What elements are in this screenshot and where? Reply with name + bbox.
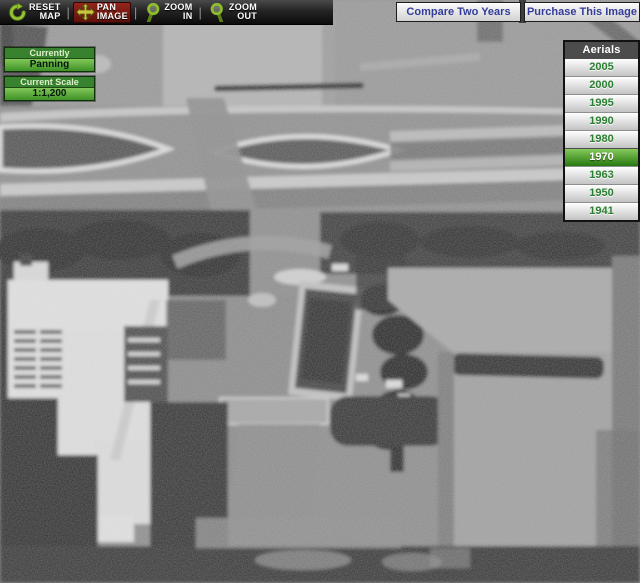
reset-map-label: RESET MAP (29, 3, 61, 21)
zoom-in-label: ZOOM IN (164, 3, 192, 21)
current-scale-label: Current Scale (5, 77, 94, 88)
pan-image-icon (76, 3, 95, 22)
compare-two-years-button[interactable]: Compare Two Years (396, 2, 521, 22)
current-mode-value: Panning (5, 59, 94, 71)
current-mode-label: Currently (5, 48, 94, 59)
pan-image-button[interactable]: PAN IMAGE (73, 2, 131, 23)
year-button-1941[interactable]: 1941 (565, 202, 638, 220)
year-button-2000[interactable]: 2000 (565, 76, 638, 94)
current-scale-value: 1:1,200 (5, 88, 94, 100)
toolbar-separator: | (134, 5, 137, 20)
aerials-year-panel: Aerials 2005 2000 1995 1990 1980 1970 19… (563, 40, 640, 222)
year-button-2005[interactable]: 2005 (565, 59, 638, 76)
zoom-out-icon (208, 3, 227, 22)
toolbar-separator: | (199, 5, 202, 20)
aerials-panel-header: Aerials (565, 42, 638, 59)
current-mode-indicator: Currently Panning (4, 47, 95, 72)
year-button-1980[interactable]: 1980 (565, 130, 638, 148)
zoom-out-label: ZOOM OUT (229, 3, 257, 21)
purchase-this-image-button[interactable]: Purchase This Image (524, 2, 640, 22)
aerial-map-canvas[interactable] (0, 0, 640, 583)
zoom-in-icon (143, 3, 162, 22)
pan-image-label: PAN IMAGE (97, 3, 128, 21)
toolbar-separator: | (67, 5, 70, 20)
film-grain-overlay (0, 0, 640, 583)
year-button-1950[interactable]: 1950 (565, 184, 638, 202)
historic-aerials-viewer: RESET MAP | PAN IMAGE | (0, 0, 640, 583)
zoom-out-button[interactable]: ZOOM OUT (205, 2, 260, 23)
current-scale-indicator: Current Scale 1:1,200 (4, 76, 95, 101)
map-toolbar: RESET MAP | PAN IMAGE | (0, 0, 333, 25)
reset-map-icon (8, 3, 27, 22)
year-button-1963[interactable]: 1963 (565, 166, 638, 184)
year-button-1990[interactable]: 1990 (565, 112, 638, 130)
zoom-in-button[interactable]: ZOOM IN (140, 2, 195, 23)
year-button-1970[interactable]: 1970 (565, 148, 638, 166)
year-button-1995[interactable]: 1995 (565, 94, 638, 112)
reset-map-button[interactable]: RESET MAP (5, 2, 64, 23)
